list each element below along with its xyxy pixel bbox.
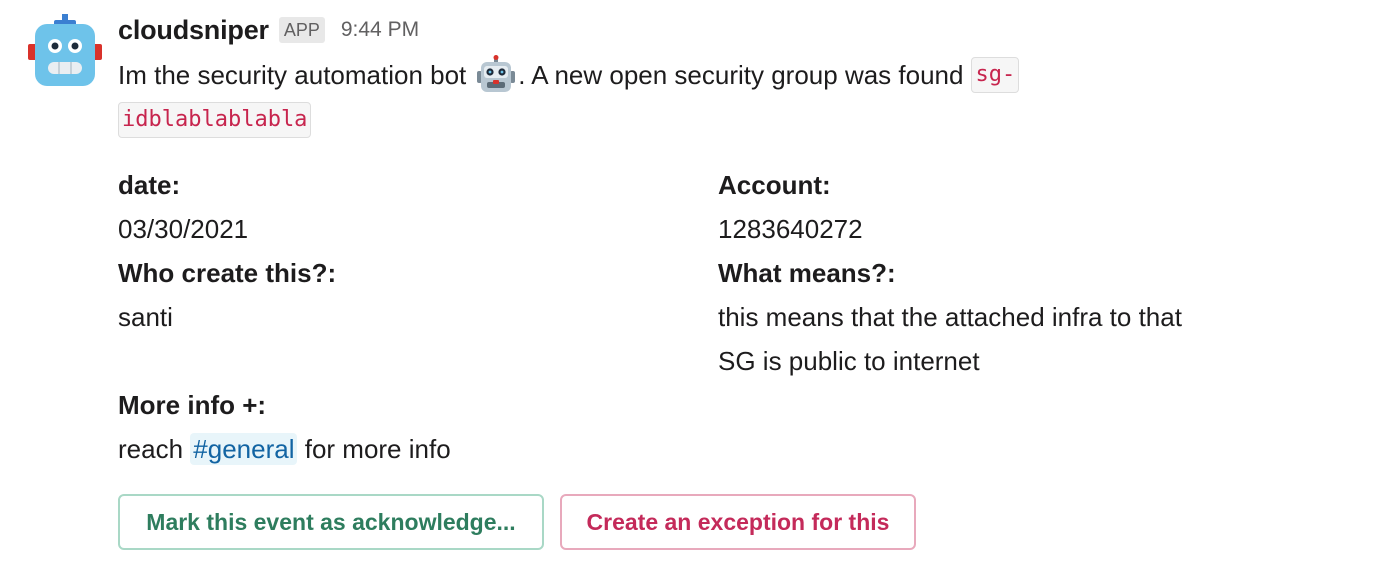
field-date-label: date: xyxy=(118,170,181,200)
field-more-info-label: More info +: xyxy=(118,390,267,420)
field-who-value: santi xyxy=(118,302,173,332)
field-who-label: Who create this?: xyxy=(118,258,337,288)
app-badge: APP xyxy=(278,17,325,43)
field-more-info-value: reach #general for more info xyxy=(118,427,451,471)
security-group-id-code-part2: idblablablabla xyxy=(118,102,312,138)
message-text-intro: Im the security automation bot xyxy=(118,59,467,90)
acknowledge-button-label: Mark this event as acknowledge... xyxy=(146,508,516,535)
message-text-rest: . A new open security group was found xyxy=(518,59,964,90)
message-timestamp[interactable]: 9:44 PM xyxy=(341,18,419,42)
message-text-line-2: idblablablabla xyxy=(118,98,312,142)
create-exception-button[interactable]: Create an exception for this xyxy=(560,494,916,550)
message-text-line-1: Im the security automation bot . A new o… xyxy=(118,53,1020,97)
field-what-value-line2: SG is public to internet xyxy=(718,346,980,376)
field-what-value-line1: this means that the attached infra to th… xyxy=(718,302,1182,332)
sender-name[interactable]: cloudsniper xyxy=(118,15,269,46)
robot-face-icon xyxy=(477,55,516,92)
more-info-suffix: for more info xyxy=(304,434,451,464)
bot-avatar-icon[interactable] xyxy=(28,14,102,88)
more-info-prefix: reach xyxy=(118,434,184,464)
field-account-value: 1283640272 xyxy=(718,214,863,244)
acknowledge-button[interactable]: Mark this event as acknowledge... xyxy=(118,494,544,550)
message-header: cloudsniper APP 9:44 PM xyxy=(118,12,419,48)
field-account-label: Account: xyxy=(718,170,831,200)
security-group-id-code-part1: sg- xyxy=(971,57,1020,93)
field-date-value: 03/30/2021 xyxy=(118,214,249,244)
message: cloudsniper APP 9:44 PM Im the security … xyxy=(0,0,1396,566)
field-what-label: What means?: xyxy=(718,258,896,288)
create-exception-button-label: Create an exception for this xyxy=(586,508,890,535)
channel-link-general[interactable]: #general xyxy=(190,433,298,465)
